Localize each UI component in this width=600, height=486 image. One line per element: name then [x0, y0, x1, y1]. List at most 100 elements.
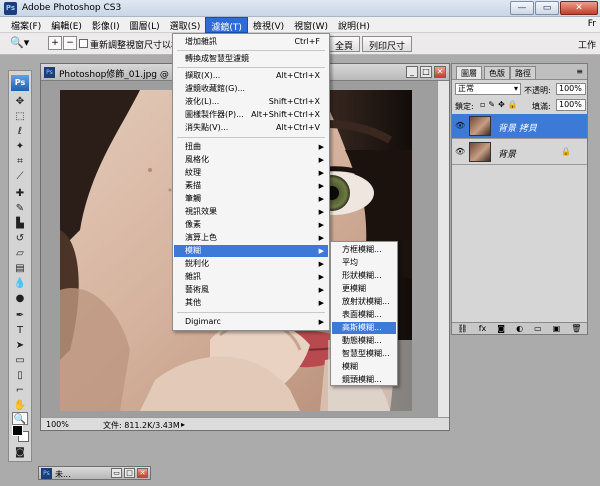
submenu-item-blur[interactable]: 模糊 [332, 361, 396, 373]
maximize-button[interactable]: □ [124, 468, 135, 478]
menu-layer[interactable]: 圖層(L) [125, 17, 165, 33]
group-icon[interactable]: ▭ [534, 323, 542, 334]
submenu-item-lens-blur[interactable]: 鏡頭模糊... [332, 374, 396, 386]
workspace-menu[interactable]: 工作 [578, 38, 596, 51]
layer-row[interactable]: 👁 背景 🔒 [452, 140, 587, 165]
menu-select[interactable]: 選取(S) [165, 17, 206, 33]
zoom-tool-preset-icon[interactable]: 🔍▾ [10, 36, 38, 52]
link-icon[interactable]: ⛓ [458, 323, 468, 334]
menu-item-render[interactable]: 演算上色 ▶ [174, 232, 328, 244]
menu-item-video[interactable]: 視訊效果 ▶ [174, 206, 328, 218]
stamp-icon[interactable]: ▙ [12, 217, 28, 230]
submenu-item-surface-blur[interactable]: 表面模糊... [332, 309, 396, 321]
move-icon[interactable]: ✥ [12, 95, 28, 108]
blend-mode-select[interactable]: 正常 ▾ [455, 83, 521, 95]
zoom-in-icon[interactable]: + [48, 36, 62, 50]
layer-row[interactable]: 👁 背景 拷貝 [452, 114, 587, 139]
adjustment-icon[interactable]: ◐ [516, 323, 523, 334]
close-button[interactable]: ✕ [137, 468, 148, 478]
eyedropper-icon[interactable]: ⌐ [12, 384, 28, 397]
eraser-icon[interactable]: ▱ [12, 247, 28, 260]
submenu-item-box-blur[interactable]: 方框模糊... [332, 244, 396, 256]
menu-item-blur[interactable]: 模糊 ▶ [174, 245, 328, 257]
menu-image[interactable]: 影像(I) [87, 17, 125, 33]
fx-icon[interactable]: fx [479, 323, 487, 334]
resize-windows-checkbox[interactable] [79, 39, 88, 48]
mask-icon[interactable]: ◙ [497, 323, 505, 334]
menu-item-pattern-maker[interactable]: 圖樣製作器(P)... Alt+Shift+Ctrl+X [174, 109, 328, 121]
visibility-eye-icon[interactable]: 👁 [455, 121, 465, 131]
slice-icon[interactable]: ⟋ [12, 170, 28, 183]
menu-item-sharpen[interactable]: 銳利化 ▶ [174, 258, 328, 270]
bridge-button[interactable]: Fr [588, 19, 600, 29]
new-layer-icon[interactable]: ▣ [553, 323, 561, 334]
panel-menu-icon[interactable]: ≡ [576, 67, 583, 76]
menu-view[interactable]: 檢視(V) [248, 17, 289, 33]
dodge-icon[interactable]: ● [12, 292, 28, 305]
menu-edit[interactable]: 編輯(E) [46, 17, 87, 33]
restore-button[interactable]: ▭ [111, 468, 122, 478]
menu-item-texture[interactable]: 紋理 ▶ [174, 167, 328, 179]
notes-icon[interactable]: ▯ [12, 369, 28, 382]
zoom-icon[interactable]: 🔍 [12, 412, 28, 425]
type-icon[interactable]: T [12, 324, 28, 337]
brush-icon[interactable]: ✎ [12, 202, 28, 215]
menu-item-last-filter[interactable]: 增加雜訊 Ctrl+F [174, 36, 328, 48]
submenu-item-blur-more[interactable]: 更模糊 [332, 283, 396, 295]
visibility-eye-icon[interactable]: 👁 [455, 147, 465, 157]
foreground-color-swatch[interactable] [12, 425, 23, 436]
tab-layers[interactable]: 圖層 [456, 66, 482, 79]
minimize-button[interactable]: — [510, 1, 534, 15]
zoom-level[interactable]: 100% [46, 420, 69, 429]
menu-item-smart-filter[interactable]: 轉換成智慧型濾鏡 [174, 53, 328, 65]
quick-mask-icon[interactable]: ◙ [12, 446, 28, 459]
menu-item-vanishing-point[interactable]: 消失點(V)... Alt+Ctrl+V [174, 122, 328, 134]
hand-icon[interactable]: ✋ [12, 399, 28, 412]
submenu-item-smart-blur[interactable]: 智慧型模糊... [332, 348, 396, 360]
marquee-icon[interactable]: ⬚ [12, 110, 28, 123]
menu-item-pixelate[interactable]: 像素 ▶ [174, 219, 328, 231]
menu-item-liquify[interactable]: 液化(L)... Shift+Ctrl+X [174, 96, 328, 108]
fill-field[interactable]: 100% [556, 99, 586, 111]
document-vertical-scrollbar[interactable] [437, 81, 449, 418]
submenu-item-motion-blur[interactable]: 動態模糊... [332, 335, 396, 347]
magic-wand-icon[interactable]: ✦ [12, 140, 28, 153]
opacity-field[interactable]: 100% [556, 83, 586, 95]
menu-item-stylize[interactable]: 風格化 ▶ [174, 154, 328, 166]
menu-item-filter-gallery[interactable]: 濾鏡收藏館(G)... [174, 83, 328, 95]
trash-icon[interactable]: 🗑 [571, 323, 581, 334]
menu-item-distort[interactable]: 扭曲 ▶ [174, 141, 328, 153]
submenu-item-shape-blur[interactable]: 形狀模糊... [332, 270, 396, 282]
menu-item-digimarc[interactable]: Digimarc ▶ [174, 316, 328, 328]
gradient-icon[interactable]: ▤ [12, 262, 28, 275]
submenu-item-radial-blur[interactable]: 放射狀模糊... [332, 296, 396, 308]
doc-minimize-button[interactable]: _ [406, 66, 418, 78]
doc-maximize-button[interactable]: □ [420, 66, 432, 78]
menu-item-sketch[interactable]: 素描 ▶ [174, 180, 328, 192]
lasso-icon[interactable]: ℓ [12, 125, 28, 138]
menu-file[interactable]: 檔案(F) [6, 17, 46, 33]
history-brush-icon[interactable]: ↺ [12, 232, 28, 245]
menu-item-extract[interactable]: 擷取(X)... Alt+Ctrl+X [174, 70, 328, 82]
blur-icon[interactable]: 💧 [12, 277, 28, 290]
menu-help[interactable]: 說明(H) [333, 17, 375, 33]
shape-icon[interactable]: ▭ [12, 354, 28, 367]
zoom-out-icon[interactable]: − [63, 36, 77, 50]
print-size-button[interactable]: 列印尺寸 [362, 36, 413, 52]
minimized-document[interactable]: Ps 未... ▭ □ ✕ [38, 466, 151, 480]
menu-filter[interactable]: 濾鏡(T) [205, 17, 248, 33]
healing-icon[interactable]: ✚ [12, 187, 28, 200]
fit-screen-button[interactable]: 全頁 [328, 36, 361, 52]
menu-item-noise[interactable]: 雜訊 ▶ [174, 271, 328, 283]
path-select-icon[interactable]: ➤ [12, 339, 28, 352]
menu-item-artistic[interactable]: 藝術風 ▶ [174, 284, 328, 296]
status-menu-arrow-icon[interactable]: ▸ [181, 420, 185, 429]
tab-paths[interactable]: 路徑 [510, 66, 536, 79]
tab-channels[interactable]: 色版 [484, 66, 510, 79]
menu-item-brush-strokes[interactable]: 筆觸 ▶ [174, 193, 328, 205]
doc-close-button[interactable]: ✕ [434, 66, 446, 78]
menu-item-other[interactable]: 其他 ▶ [174, 297, 328, 309]
menu-window[interactable]: 視窗(W) [289, 17, 333, 33]
submenu-item-average[interactable]: 平均 [332, 257, 396, 269]
lock-options-icons[interactable]: ▫✎✥🔒 [480, 100, 521, 109]
